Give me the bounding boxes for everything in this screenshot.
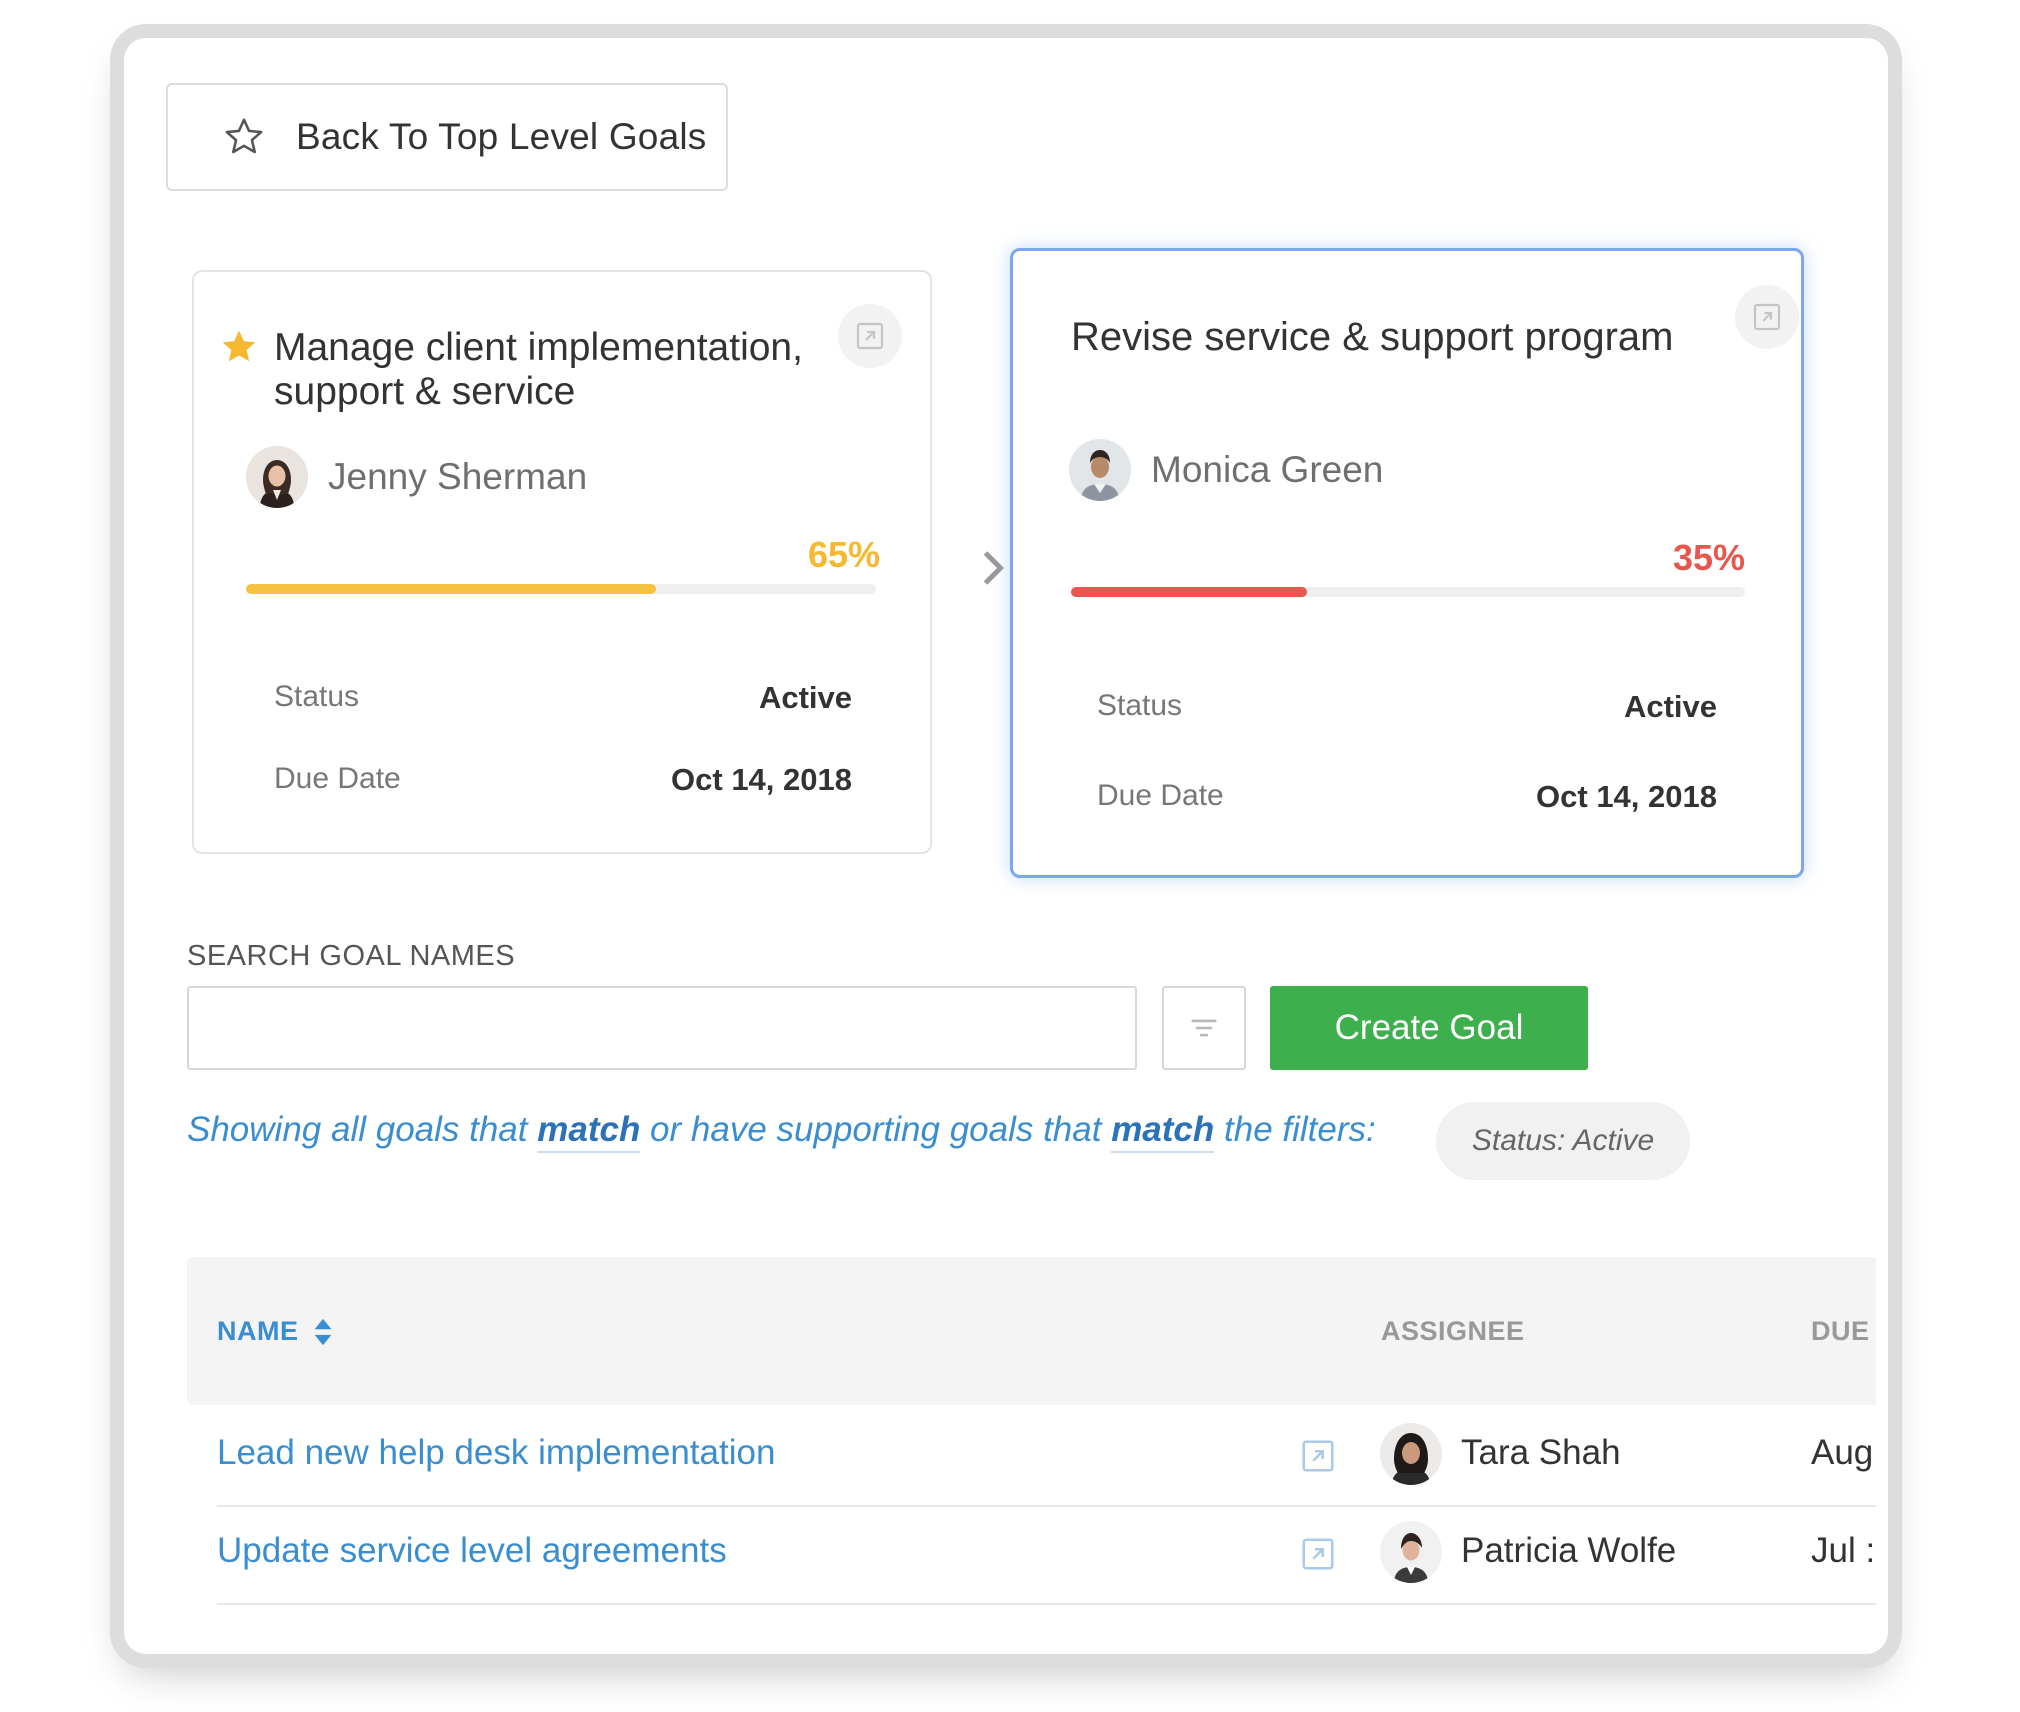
avatar bbox=[246, 446, 308, 508]
external-link-icon bbox=[856, 322, 884, 350]
filter-text-part: or have supporting goals that bbox=[640, 1110, 1112, 1149]
external-link-icon[interactable] bbox=[1299, 1535, 1337, 1573]
table-row[interactable]: Lead new help desk implementation Tara S… bbox=[217, 1407, 1876, 1507]
external-link-icon[interactable] bbox=[1299, 1437, 1337, 1475]
progress-track bbox=[246, 584, 876, 594]
status-value: Active bbox=[1623, 689, 1717, 724]
due-date-cell: Aug bbox=[1811, 1433, 1874, 1472]
assignee-name: Tara Shah bbox=[1461, 1433, 1621, 1472]
filter-text-part: Showing all goals that bbox=[187, 1110, 538, 1149]
status-filter-chip[interactable]: Status: Active bbox=[1436, 1102, 1690, 1180]
column-header-name-label: NAME bbox=[217, 1316, 299, 1346]
status-value: Active bbox=[758, 680, 852, 715]
back-to-top-level-goals-button[interactable]: Back To Top Level Goals bbox=[166, 83, 728, 191]
table-row[interactable]: Update service level agreements Patricia… bbox=[217, 1505, 1876, 1605]
due-date-value: Oct 14, 2018 bbox=[671, 762, 852, 797]
column-header-name[interactable]: NAME bbox=[217, 1316, 335, 1347]
star-outline-icon bbox=[225, 118, 263, 154]
assignee[interactable]: Monica Green bbox=[1069, 439, 1383, 501]
assignee-name: Patricia Wolfe bbox=[1461, 1531, 1677, 1570]
goal-card-current[interactable]: Revise service & support program Monica … bbox=[1010, 248, 1804, 878]
assignee-name: Jenny Sherman bbox=[328, 456, 588, 497]
back-button-label: Back To Top Level Goals bbox=[296, 116, 707, 157]
goals-viewport: Back To Top Level Goals Manage client im… bbox=[136, 52, 1876, 1642]
progress-fill bbox=[246, 584, 656, 594]
match-link[interactable]: match bbox=[1111, 1110, 1215, 1153]
due-date-value: Oct 14, 2018 bbox=[1536, 779, 1717, 814]
filter-button[interactable] bbox=[1162, 986, 1246, 1070]
column-header-due[interactable]: DUE bbox=[1811, 1316, 1870, 1347]
assignee[interactable]: Jenny Sherman bbox=[246, 446, 587, 508]
avatar bbox=[1380, 1423, 1442, 1485]
create-goal-button[interactable]: Create Goal bbox=[1270, 986, 1588, 1070]
star-filled-icon bbox=[222, 330, 256, 362]
goal-card-parent[interactable]: Manage client implementation, support & … bbox=[192, 270, 932, 854]
table-header bbox=[187, 1257, 1876, 1405]
open-goal-button[interactable] bbox=[1735, 285, 1799, 349]
assignee-name: Monica Green bbox=[1151, 449, 1384, 490]
goal-card-title: Revise service & support program bbox=[1071, 315, 1674, 359]
status-label: Status bbox=[1097, 689, 1183, 722]
column-header-assignee[interactable]: ASSIGNEE bbox=[1381, 1316, 1525, 1347]
goal-name-link[interactable]: Lead new help desk implementation bbox=[217, 1433, 775, 1473]
goal-name-link[interactable]: Update service level agreements bbox=[217, 1531, 727, 1571]
progress-percent: 65% bbox=[807, 534, 880, 575]
status-label: Status bbox=[274, 680, 360, 713]
search-input[interactable] bbox=[187, 986, 1137, 1070]
sort-icon bbox=[314, 1318, 331, 1345]
filter-summary: Showing all goals that match or have sup… bbox=[187, 1110, 1376, 1153]
filter-text-part: the filters: bbox=[1214, 1110, 1376, 1149]
progress-percent: 35% bbox=[1672, 537, 1745, 578]
due-date-label: Due Date bbox=[1097, 779, 1224, 812]
progress-track bbox=[1071, 587, 1745, 597]
filter-icon bbox=[1191, 1019, 1217, 1037]
due-date-cell: Jul : bbox=[1811, 1531, 1876, 1570]
avatar bbox=[1380, 1521, 1442, 1583]
progress-fill bbox=[1071, 587, 1307, 597]
match-link[interactable]: match bbox=[537, 1110, 641, 1153]
goal-card-title: Manage client implementation, support & … bbox=[274, 326, 803, 413]
chevron-right-icon bbox=[983, 551, 1005, 585]
search-goal-names-label: SEARCH GOAL NAMES bbox=[187, 940, 516, 972]
due-date-label: Due Date bbox=[274, 762, 401, 795]
open-goal-button[interactable] bbox=[838, 304, 902, 368]
avatar bbox=[1069, 439, 1131, 501]
external-link-icon bbox=[1753, 303, 1781, 331]
